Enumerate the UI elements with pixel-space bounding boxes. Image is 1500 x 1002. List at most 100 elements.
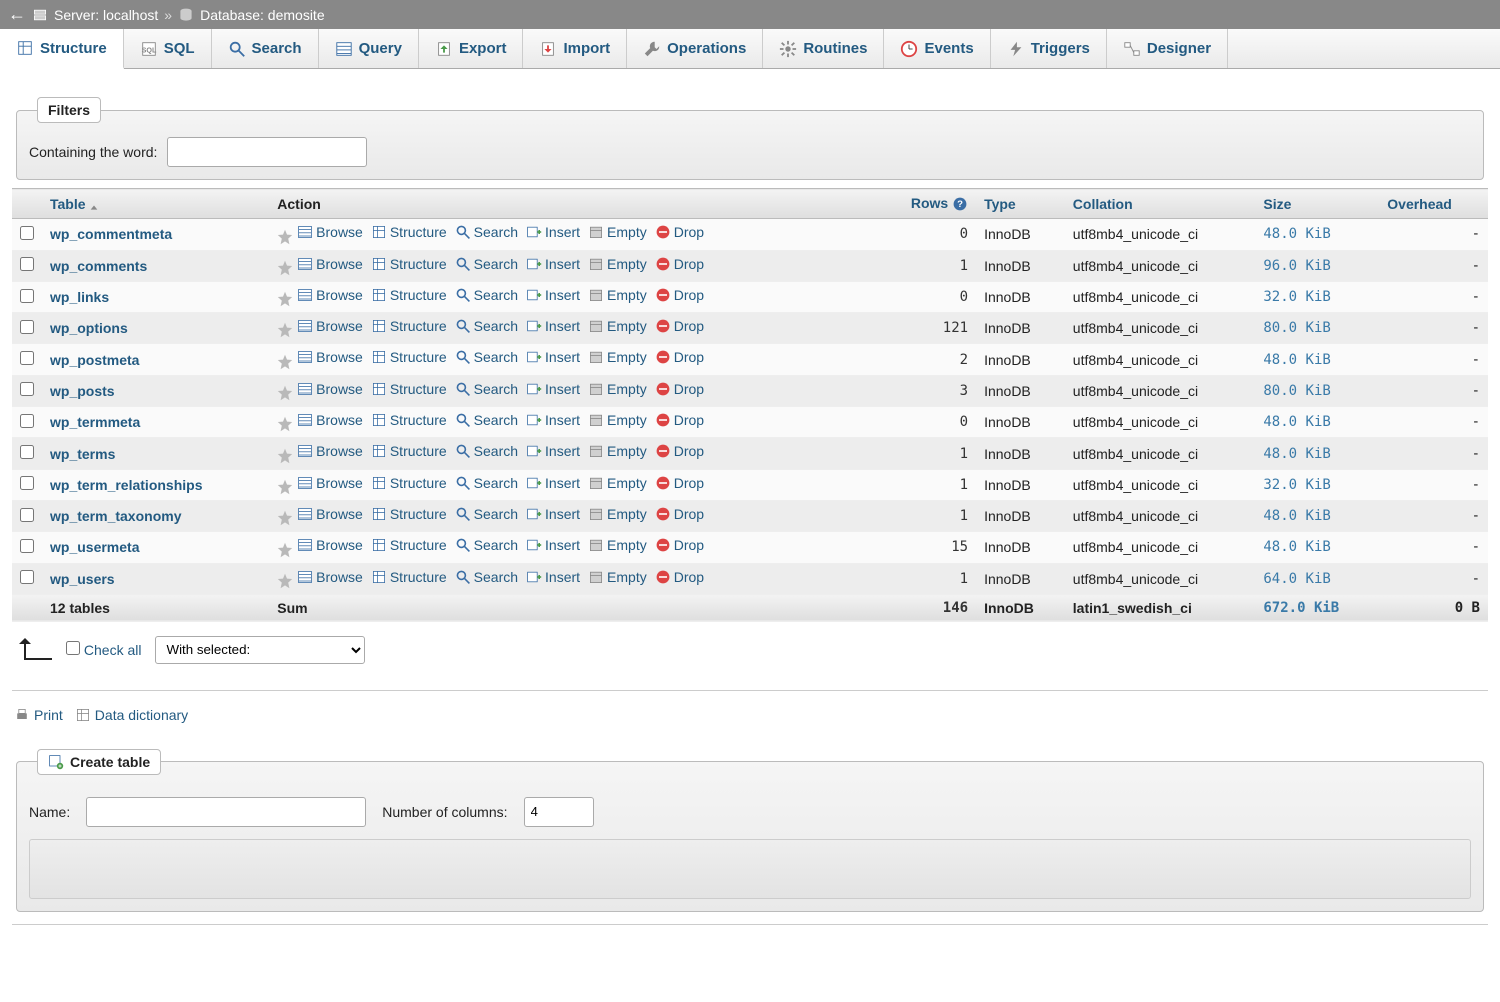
browse-action[interactable]: Browse	[297, 318, 363, 334]
tab-routines[interactable]: Routines	[763, 29, 884, 68]
empty-action[interactable]: Empty	[588, 349, 647, 365]
row-size[interactable]: 32.0 KiB	[1255, 281, 1379, 312]
col-overhead[interactable]: Overhead	[1379, 189, 1488, 219]
checkall-checkbox[interactable]	[66, 641, 80, 655]
tab-sql[interactable]: SQLSQL	[124, 29, 212, 68]
structure-action[interactable]: Structure	[371, 537, 447, 553]
structure-action[interactable]: Structure	[371, 318, 447, 334]
empty-action[interactable]: Empty	[588, 506, 647, 522]
row-checkbox[interactable]	[20, 445, 34, 459]
table-name-link[interactable]: wp_postmeta	[50, 352, 139, 368]
table-name-link[interactable]: wp_usermeta	[50, 539, 139, 555]
insert-action[interactable]: Insert	[526, 412, 580, 428]
favorite-icon[interactable]	[277, 260, 293, 276]
structure-action[interactable]: Structure	[371, 475, 447, 491]
tab-search[interactable]: Search	[212, 29, 319, 68]
row-size[interactable]: 48.0 KiB	[1255, 219, 1379, 250]
row-checkbox[interactable]	[20, 414, 34, 428]
tab-import[interactable]: Import	[523, 29, 627, 68]
empty-action[interactable]: Empty	[588, 569, 647, 585]
search-action[interactable]: Search	[455, 318, 518, 334]
empty-action[interactable]: Empty	[588, 256, 647, 272]
row-checkbox[interactable]	[20, 508, 34, 522]
insert-action[interactable]: Insert	[526, 224, 580, 240]
browse-action[interactable]: Browse	[297, 224, 363, 240]
row-checkbox[interactable]	[20, 226, 34, 240]
search-action[interactable]: Search	[455, 256, 518, 272]
favorite-icon[interactable]	[277, 416, 293, 432]
drop-action[interactable]: Drop	[655, 224, 704, 240]
containing-input[interactable]	[167, 137, 367, 167]
row-checkbox[interactable]	[20, 351, 34, 365]
table-name-link[interactable]: wp_termmeta	[50, 414, 140, 430]
data-dictionary-link[interactable]: Data dictionary	[75, 707, 188, 723]
row-size[interactable]: 80.0 KiB	[1255, 375, 1379, 406]
favorite-icon[interactable]	[277, 448, 293, 464]
drop-action[interactable]: Drop	[655, 256, 704, 272]
row-checkbox[interactable]	[20, 257, 34, 271]
row-size[interactable]: 48.0 KiB	[1255, 500, 1379, 531]
structure-action[interactable]: Structure	[371, 287, 447, 303]
empty-action[interactable]: Empty	[588, 475, 647, 491]
browse-action[interactable]: Browse	[297, 412, 363, 428]
browse-action[interactable]: Browse	[297, 349, 363, 365]
browse-action[interactable]: Browse	[297, 569, 363, 585]
empty-action[interactable]: Empty	[588, 287, 647, 303]
browse-action[interactable]: Browse	[297, 537, 363, 553]
col-size[interactable]: Size	[1255, 189, 1379, 219]
browse-action[interactable]: Browse	[297, 443, 363, 459]
structure-action[interactable]: Structure	[371, 569, 447, 585]
server-crumb[interactable]: Server: localhost	[54, 7, 158, 23]
insert-action[interactable]: Insert	[526, 506, 580, 522]
insert-action[interactable]: Insert	[526, 443, 580, 459]
structure-action[interactable]: Structure	[371, 506, 447, 522]
favorite-icon[interactable]	[277, 573, 293, 589]
table-name-link[interactable]: wp_commentmeta	[50, 226, 172, 242]
tab-triggers[interactable]: Triggers	[991, 29, 1107, 68]
table-name-link[interactable]: wp_terms	[50, 446, 115, 462]
favorite-icon[interactable]	[277, 322, 293, 338]
table-name-link[interactable]: wp_links	[50, 289, 109, 305]
search-action[interactable]: Search	[455, 475, 518, 491]
insert-action[interactable]: Insert	[526, 537, 580, 553]
create-cols-input[interactable]	[524, 797, 594, 827]
insert-action[interactable]: Insert	[526, 349, 580, 365]
structure-action[interactable]: Structure	[371, 381, 447, 397]
row-checkbox[interactable]	[20, 476, 34, 490]
insert-action[interactable]: Insert	[526, 475, 580, 491]
table-name-link[interactable]: wp_posts	[50, 383, 115, 399]
row-checkbox[interactable]	[20, 570, 34, 584]
insert-action[interactable]: Insert	[526, 287, 580, 303]
checkall-link[interactable]: Check all	[84, 642, 142, 658]
drop-action[interactable]: Drop	[655, 569, 704, 585]
browse-action[interactable]: Browse	[297, 256, 363, 272]
empty-action[interactable]: Empty	[588, 318, 647, 334]
checkall-label[interactable]: Check all	[66, 641, 141, 658]
structure-action[interactable]: Structure	[371, 443, 447, 459]
search-action[interactable]: Search	[455, 443, 518, 459]
row-size[interactable]: 96.0 KiB	[1255, 250, 1379, 281]
tab-query[interactable]: Query	[319, 29, 419, 68]
col-type[interactable]: Type	[976, 189, 1065, 219]
favorite-icon[interactable]	[277, 385, 293, 401]
search-action[interactable]: Search	[455, 381, 518, 397]
drop-action[interactable]: Drop	[655, 537, 704, 553]
row-size[interactable]: 48.0 KiB	[1255, 407, 1379, 438]
browse-action[interactable]: Browse	[297, 506, 363, 522]
favorite-icon[interactable]	[277, 354, 293, 370]
structure-action[interactable]: Structure	[371, 224, 447, 240]
row-checkbox[interactable]	[20, 320, 34, 334]
database-crumb[interactable]: Database: demosite	[200, 7, 325, 23]
tab-structure[interactable]: Structure	[0, 29, 124, 69]
row-size[interactable]: 64.0 KiB	[1255, 563, 1379, 594]
table-name-link[interactable]: wp_comments	[50, 258, 147, 274]
tab-designer[interactable]: Designer	[1107, 29, 1228, 68]
row-size[interactable]: 80.0 KiB	[1255, 313, 1379, 344]
search-action[interactable]: Search	[455, 349, 518, 365]
table-name-link[interactable]: wp_users	[50, 571, 115, 587]
search-action[interactable]: Search	[455, 506, 518, 522]
structure-action[interactable]: Structure	[371, 349, 447, 365]
browse-action[interactable]: Browse	[297, 475, 363, 491]
empty-action[interactable]: Empty	[588, 224, 647, 240]
row-size[interactable]: 48.0 KiB	[1255, 532, 1379, 563]
